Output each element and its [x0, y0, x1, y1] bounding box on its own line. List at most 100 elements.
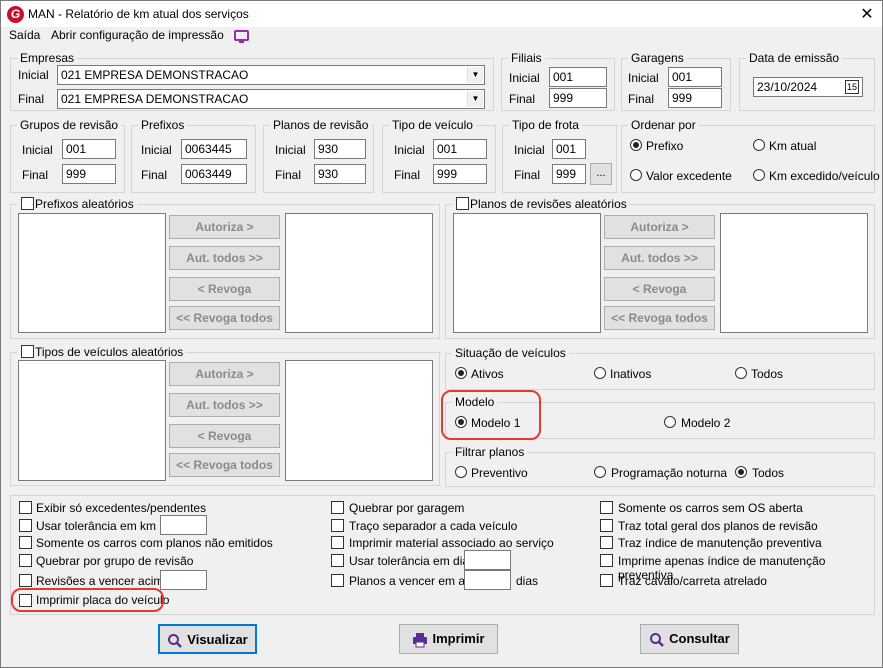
- situacao-todos-radio[interactable]: [735, 367, 747, 379]
- filial-final-input[interactable]: 999: [549, 88, 607, 108]
- prefixos-aleatorios-checkbox[interactable]: [21, 197, 34, 210]
- opt-revisoes-vencer-label: Revisões a vencer acima: [36, 574, 171, 588]
- ordenar-prefixo-radio[interactable]: [630, 139, 642, 151]
- filiais-label: Filiais: [508, 51, 545, 65]
- filtrar-programacao-radio[interactable]: [594, 466, 606, 478]
- opt-traco-label: Traço separador a cada veículo: [349, 519, 518, 533]
- monitor-icon[interactable]: [234, 30, 249, 41]
- chevron-down-icon[interactable]: ▼: [467, 91, 483, 107]
- tipos-autoriza-button[interactable]: Autoriza >: [169, 362, 280, 386]
- planos-revoga-todos-button[interactable]: << Revoga todos: [604, 306, 715, 330]
- tipo-frota-final-label: Final: [514, 168, 541, 182]
- planos-aleatorios-checkbox[interactable]: [456, 197, 469, 210]
- tipo-veiculo-label: Tipo de veículo: [389, 118, 476, 132]
- prefixos-aut-todos-button[interactable]: Aut. todos >>: [169, 246, 280, 270]
- consultar-button[interactable]: Consultar: [640, 624, 739, 654]
- opt-total-geral-checkbox[interactable]: [600, 519, 613, 532]
- consultar-label: Consultar: [669, 631, 730, 646]
- grupo-initial-input[interactable]: 001: [62, 139, 116, 159]
- filial-initial-input[interactable]: 001: [549, 67, 607, 87]
- prefixos-autoriza-button[interactable]: Autoriza >: [169, 215, 280, 239]
- calendar-icon[interactable]: 15: [845, 80, 859, 94]
- prefixos-available-list[interactable]: [18, 213, 166, 333]
- opt-sem-os-checkbox[interactable]: [600, 501, 613, 514]
- ordenar-km-atual-label: Km atual: [769, 139, 817, 153]
- ordenar-valor-excedente-label: Valor excedente: [646, 169, 732, 183]
- tipos-revoga-button[interactable]: < Revoga: [169, 424, 280, 448]
- planos-aleatorios-label: Planos de revisões aleatórios: [452, 197, 630, 211]
- filtrar-preventivo-label: Preventivo: [471, 466, 528, 480]
- planos-autoriza-button[interactable]: Autoriza >: [604, 215, 715, 239]
- garagem-initial-input[interactable]: 001: [668, 67, 722, 87]
- imprimir-placa-highlight: [11, 588, 164, 612]
- empresa-final-select[interactable]: 021 EMPRESA DEMONSTRACAO ▼: [57, 89, 485, 109]
- filtrar-todos-label: Todos: [752, 466, 785, 480]
- tipo-veiculo-final-input[interactable]: 999: [433, 164, 487, 184]
- opt-apenas-indice-checkbox[interactable]: [600, 554, 613, 567]
- opt-excedentes-checkbox[interactable]: [19, 501, 32, 514]
- ordenar-km-excedido-radio[interactable]: [753, 169, 765, 181]
- opt-quebrar-grupo-checkbox[interactable]: [19, 554, 32, 567]
- tipo-frota-more-button[interactable]: ...: [590, 163, 612, 185]
- visualizar-button[interactable]: Visualizar: [158, 624, 257, 654]
- close-icon[interactable]: ✕: [857, 4, 877, 24]
- opt-tolerancia-km-checkbox[interactable]: [19, 519, 32, 532]
- situacao-todos-label: Todos: [751, 367, 784, 381]
- tipo-frota-initial-input[interactable]: 001: [552, 139, 586, 159]
- situacao-inativos-radio[interactable]: [594, 367, 606, 379]
- situacao-group: Situação de veículos: [445, 346, 875, 390]
- ordenar-km-atual-radio[interactable]: [753, 139, 765, 151]
- tolerancia-dias-input[interactable]: [464, 550, 511, 570]
- opt-nao-emitidos-checkbox[interactable]: [19, 536, 32, 549]
- planos-revoga-button[interactable]: < Revoga: [604, 277, 715, 301]
- filtrar-todos-radio[interactable]: [735, 466, 747, 478]
- prefixo-initial-input[interactable]: 0063445: [181, 139, 247, 159]
- opt-cavalo-checkbox[interactable]: [600, 574, 613, 587]
- empresa-initial-select[interactable]: 021 EMPRESA DEMONSTRACAO ▼: [57, 65, 485, 85]
- planos-vencer-input[interactable]: [464, 570, 511, 590]
- plano-initial-input[interactable]: 930: [314, 139, 366, 159]
- garagem-final-input[interactable]: 999: [668, 88, 722, 108]
- modelo-2-radio[interactable]: [664, 416, 676, 428]
- dias-label: dias: [516, 574, 539, 588]
- filiais-initial-label: Inicial: [509, 71, 540, 85]
- planos-aut-todos-button[interactable]: Aut. todos >>: [604, 246, 715, 270]
- empresa-final-value: 021 EMPRESA DEMONSTRACAO: [61, 92, 249, 106]
- tipos-aut-todos-button[interactable]: Aut. todos >>: [169, 393, 280, 417]
- app-logo-icon: G: [7, 6, 24, 23]
- menu-saida[interactable]: Saída: [9, 28, 40, 42]
- opt-indice-checkbox[interactable]: [600, 536, 613, 549]
- opt-material-label: Imprimir material associado ao serviço: [349, 536, 554, 550]
- tipos-selected-list[interactable]: [285, 360, 433, 481]
- tipo-frota-final-input[interactable]: 999: [552, 164, 586, 184]
- grupo-final-input[interactable]: 999: [62, 164, 116, 184]
- prefixos-revoga-button[interactable]: < Revoga: [169, 277, 280, 301]
- opt-traco-checkbox[interactable]: [331, 519, 344, 532]
- planos-available-list[interactable]: [453, 213, 601, 333]
- situacao-ativos-label: Ativos: [471, 367, 504, 381]
- tipos-available-list[interactable]: [18, 360, 166, 481]
- tolerancia-km-input[interactable]: [160, 515, 207, 535]
- chevron-down-icon[interactable]: ▼: [467, 67, 483, 83]
- plano-final-input[interactable]: 930: [314, 164, 366, 184]
- revisoes-vencer-input[interactable]: [160, 570, 207, 590]
- menu-print-config[interactable]: Abrir configuração de impressão: [51, 28, 224, 42]
- imprimir-button[interactable]: Imprimir: [399, 624, 498, 654]
- opt-material-checkbox[interactable]: [331, 536, 344, 549]
- filtrar-preventivo-radio[interactable]: [455, 466, 467, 478]
- prefixo-final-input[interactable]: 0063449: [181, 164, 247, 184]
- ordenar-valor-excedente-radio[interactable]: [630, 169, 642, 181]
- planos-selected-list[interactable]: [720, 213, 868, 333]
- tipo-veiculo-initial-input[interactable]: 001: [433, 139, 487, 159]
- ordenar-km-excedido-label: Km excedido/veículo: [769, 169, 880, 183]
- tipos-aleatorios-checkbox[interactable]: [21, 345, 34, 358]
- tipos-revoga-todos-button[interactable]: << Revoga todos: [169, 453, 280, 477]
- opt-revisoes-vencer-checkbox[interactable]: [19, 574, 32, 587]
- situacao-ativos-radio[interactable]: [455, 367, 467, 379]
- opt-quebrar-grupo-label: Quebrar por grupo de revisão: [36, 554, 194, 568]
- opt-planos-vencer-checkbox[interactable]: [331, 574, 344, 587]
- opt-quebrar-garagem-checkbox[interactable]: [331, 501, 344, 514]
- prefixos-selected-list[interactable]: [285, 213, 433, 333]
- opt-tolerancia-dias-checkbox[interactable]: [331, 554, 344, 567]
- prefixos-revoga-todos-button[interactable]: << Revoga todos: [169, 306, 280, 330]
